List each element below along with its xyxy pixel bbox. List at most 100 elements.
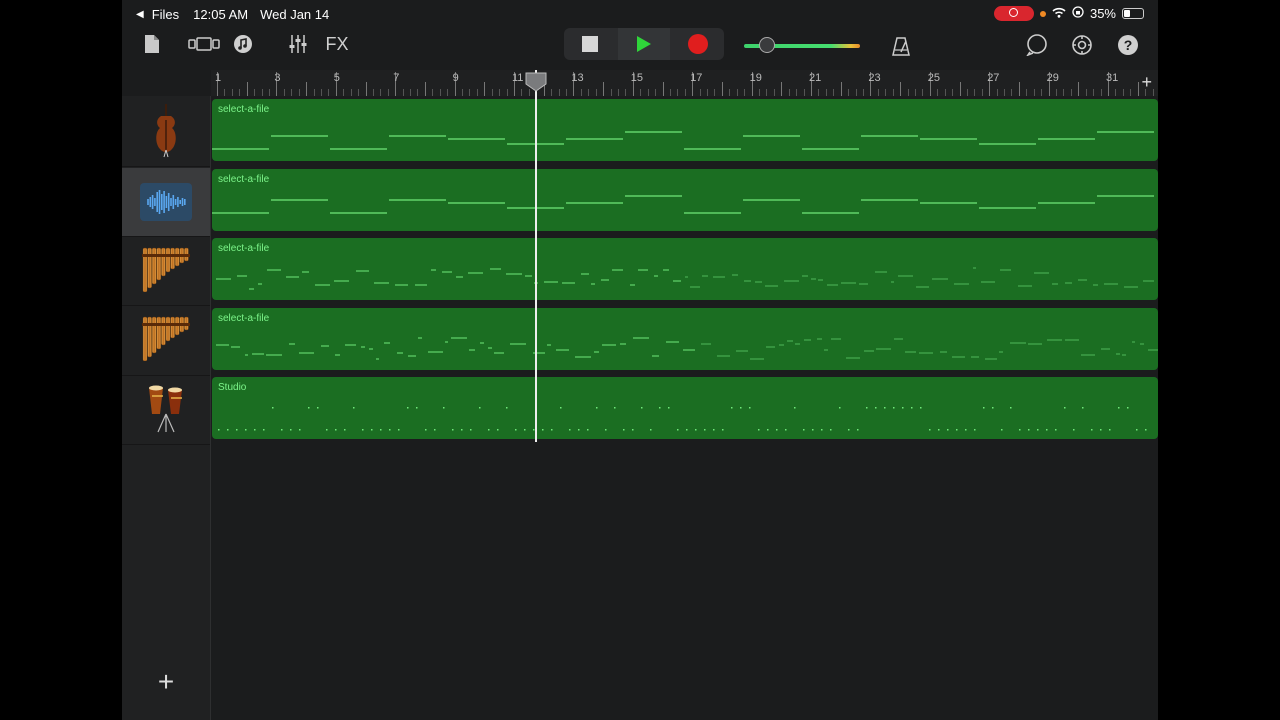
settings-gear-icon[interactable] (1070, 31, 1094, 59)
loop-browser-icon[interactable] (232, 30, 254, 58)
ruler-beat-tick (974, 89, 976, 96)
battery-percent: 35% (1089, 6, 1116, 21)
ruler-bar-tick (246, 82, 248, 96)
ruler-beat-tick (966, 89, 968, 96)
screen-recording-icon[interactable] (993, 6, 1034, 21)
mic-indicator-icon (1039, 10, 1046, 17)
ruler-beat-tick (239, 89, 241, 96)
ruler-beat-tick (647, 89, 649, 96)
track-region[interactable]: Studio (212, 377, 1158, 439)
ruler-bar-label: 15 (630, 72, 644, 84)
ruler-bar-tick (900, 82, 902, 96)
ruler-beat-tick (588, 89, 590, 96)
loop-settings-icon[interactable] (1025, 31, 1049, 59)
ruler-beat-tick (944, 89, 946, 96)
ruler-bar-label: 11 (512, 72, 524, 84)
timeline-ruler[interactable]: 1 3 5 7 9 11 13 15 17 19 21 23 25 27 29 31 (211, 70, 1158, 96)
playhead-handle[interactable] (525, 72, 547, 92)
ruler-beat-tick (1085, 89, 1087, 96)
track-header-column: + (122, 96, 211, 720)
ruler-beat-tick (922, 89, 924, 96)
back-app-label[interactable]: Files (152, 7, 179, 22)
ruler-beat-tick (580, 89, 582, 96)
track-region[interactable]: select-a-file (212, 168, 1158, 231)
track-region[interactable]: select-a-file (212, 307, 1158, 370)
ruler-beat-tick (224, 89, 226, 96)
ruler-beat-tick (759, 89, 761, 96)
battery-icon (1122, 8, 1144, 19)
ruler-beat-tick (1011, 89, 1013, 96)
track-header[interactable] (122, 98, 210, 167)
ruler-beat-tick (283, 89, 285, 96)
ruler-beat-tick (848, 89, 850, 96)
ruler-beat-tick (937, 89, 939, 96)
ruler-beat-tick (380, 89, 382, 96)
ruler-beat-tick (1100, 89, 1102, 96)
ruler-beat-tick (1122, 89, 1124, 96)
record-button[interactable] (672, 28, 724, 60)
track-header[interactable] (122, 307, 210, 376)
cello-icon (153, 102, 179, 163)
ruler-bar-tick (959, 82, 961, 96)
ruler-beat-tick (491, 89, 493, 96)
track-region[interactable]: select-a-file (212, 99, 1158, 161)
browser-view-icon[interactable] (186, 30, 222, 58)
ruler-beat-tick (402, 89, 404, 96)
ruler-beat-tick (744, 89, 746, 96)
ruler-beat-tick (892, 89, 894, 96)
record-icon (688, 34, 708, 54)
ruler-bar-label: 17 (690, 72, 703, 84)
help-icon[interactable]: ? (1117, 31, 1139, 59)
ruler-beat-tick (981, 89, 983, 96)
audio-waveform-icon (140, 182, 192, 221)
stop-button[interactable] (564, 28, 616, 60)
ruler-bar-tick (662, 82, 664, 96)
fx-button[interactable]: FX (324, 30, 350, 58)
mixer-icon[interactable] (288, 30, 308, 58)
ruler-beat-tick (907, 89, 909, 96)
region-notes (216, 267, 1154, 290)
ruler-bar-tick (781, 82, 783, 96)
ruler-beat-tick (254, 89, 256, 96)
ruler-beat-tick (766, 89, 768, 96)
status-time: 12:05 AM (193, 7, 249, 22)
my-songs-document-icon[interactable] (142, 30, 162, 58)
svg-text:?: ? (1124, 37, 1133, 53)
ruler-beat-tick (313, 89, 315, 96)
ruler-beat-tick (833, 89, 835, 96)
ruler-beat-tick (558, 89, 560, 96)
play-button[interactable] (618, 28, 670, 60)
add-track-button[interactable]: + (152, 668, 180, 696)
track-header[interactable] (122, 237, 210, 306)
ruler-beat-tick (439, 89, 441, 96)
metronome-icon[interactable] (890, 32, 912, 60)
track-header[interactable] (122, 376, 210, 445)
ruler-bar-label: 29 (1046, 72, 1059, 84)
ruler-beat-tick (729, 89, 731, 96)
add-section-plus-icon[interactable]: + (1141, 72, 1152, 93)
ruler-beat-tick (684, 89, 686, 96)
ruler-beat-tick (447, 89, 449, 96)
master-volume-slider[interactable] (744, 37, 860, 53)
status-date: Wed Jan 14 (260, 7, 330, 22)
ruler-beat-tick (1004, 89, 1006, 96)
orientation-lock-icon (1072, 6, 1084, 21)
ruler-bar-label: 25 (927, 72, 941, 84)
ruler-bar-tick (1137, 82, 1139, 96)
region-notes (218, 407, 1147, 431)
ruler-beat-tick (1070, 89, 1072, 96)
ruler-bar-tick (484, 82, 486, 96)
back-arrow-icon[interactable]: ◀ (136, 9, 144, 20)
track-header[interactable] (122, 167, 210, 237)
playhead-line[interactable] (535, 70, 537, 442)
ruler-beat-tick (655, 89, 657, 96)
ruler-beat-tick (432, 89, 434, 96)
volume-knob[interactable] (759, 37, 775, 53)
ruler-beat-tick (610, 89, 612, 96)
ruler-beat-tick (291, 89, 293, 96)
ruler-bar-label: 9 (452, 72, 459, 84)
track-region[interactable]: select-a-file (212, 238, 1158, 300)
garageband-screen: ◀ Files 12:05 AM Wed Jan 14 35% FX ? 1 3… (122, 0, 1158, 720)
ruler-beat-tick (996, 89, 998, 96)
region-notes (216, 337, 1158, 359)
